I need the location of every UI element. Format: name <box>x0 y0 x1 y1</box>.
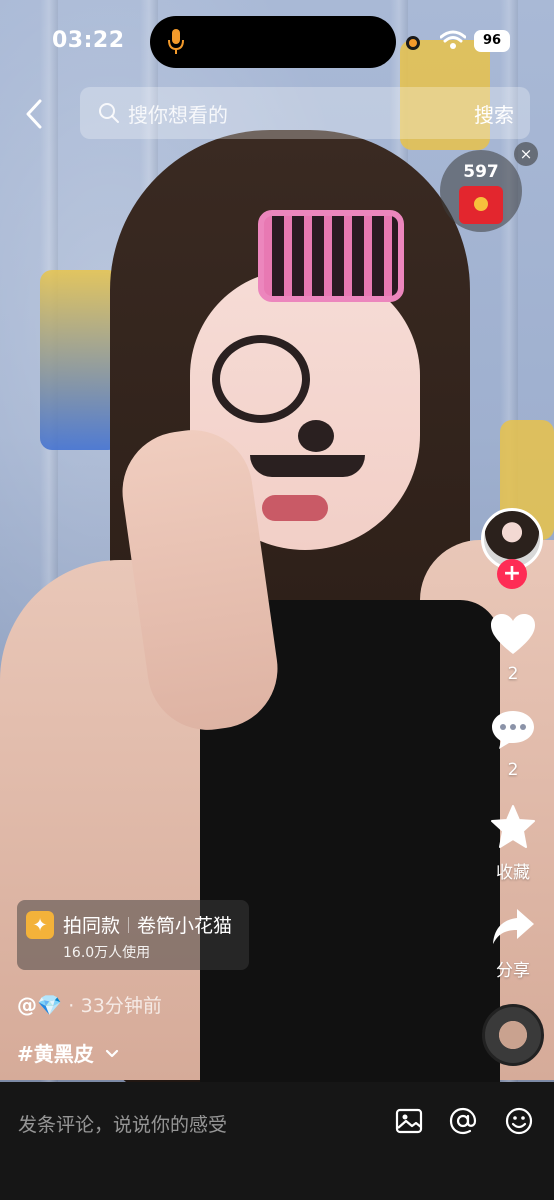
image-picker-icon[interactable] <box>394 1106 424 1136</box>
close-icon[interactable]: × <box>514 142 538 166</box>
search-input[interactable]: 搜你想看的 <box>128 99 474 128</box>
search-icon <box>99 103 119 123</box>
like-button[interactable]: 2 <box>484 612 542 684</box>
hashtag-label: #黄黑皮 <box>17 1042 94 1066</box>
hair-curler-sticker <box>258 210 404 302</box>
status-bar: 03:22 96 <box>0 0 554 80</box>
heart-icon <box>491 614 535 654</box>
red-envelope-icon <box>459 186 503 224</box>
share-label: 分享 <box>496 961 530 981</box>
toy-decoration <box>40 270 120 450</box>
music-disc[interactable] <box>482 1004 544 1066</box>
author-name[interactable]: @💎 <box>17 993 62 1017</box>
status-time: 03:22 <box>52 28 125 53</box>
effect-name: 卷筒小花猫 <box>137 915 233 937</box>
comment-input[interactable]: 发条评论，说说你的感受 <box>18 1110 227 1137</box>
camera-indicator-icon <box>406 36 420 50</box>
drawn-eye-ring <box>212 335 310 423</box>
search-button[interactable]: 搜索 <box>474 99 514 128</box>
author-line: @💎 · 33分钟前 <box>17 991 162 1018</box>
time-separator: · <box>68 995 75 1017</box>
search-bar[interactable]: 搜你想看的 搜索 <box>80 87 530 139</box>
drawn-nose <box>298 420 334 452</box>
effect-title: 拍同款 <box>63 915 121 937</box>
emoji-icon[interactable] <box>504 1106 534 1136</box>
microphone-icon <box>168 29 184 54</box>
comment-button[interactable]: 2 <box>484 708 542 780</box>
favorite-label: 收藏 <box>496 863 530 883</box>
favorite-button[interactable]: 收藏 <box>484 804 542 883</box>
comment-count: 2 <box>507 760 519 780</box>
battery-indicator: 96 <box>474 30 510 52</box>
star-icon <box>491 805 535 848</box>
follow-button[interactable]: + <box>497 559 527 589</box>
dynamic-island <box>150 16 396 68</box>
chevron-left-icon <box>26 99 42 129</box>
comment-bubble-icon <box>492 711 534 749</box>
effect-title-row: 拍同款 卷筒小花猫 <box>63 911 232 938</box>
back-button[interactable] <box>16 94 52 134</box>
red-packet-widget[interactable]: 597 <box>440 150 522 232</box>
post-time: 33分钟前 <box>80 995 162 1017</box>
effect-usage-count: 16.0万人使用 <box>63 945 151 961</box>
effect-card[interactable]: ✦ 拍同款 卷筒小花猫 16.0万人使用 <box>17 900 249 970</box>
share-arrow-icon <box>493 909 534 944</box>
chevron-down-icon <box>105 1049 118 1058</box>
share-button[interactable]: 分享 <box>484 906 542 981</box>
like-count: 2 <box>507 664 519 684</box>
red-packet-count: 597 <box>463 162 499 182</box>
mention-at-icon[interactable] <box>448 1106 478 1136</box>
wifi-icon <box>440 30 466 49</box>
comment-bar: 发条评论，说说你的感受 <box>0 1082 554 1200</box>
person-lips <box>262 495 328 521</box>
effect-divider <box>128 917 130 933</box>
drawn-mouth <box>250 455 365 477</box>
sparkle-icon: ✦ <box>26 911 54 939</box>
hashtag-link[interactable]: #黄黑皮 <box>17 1038 119 1067</box>
